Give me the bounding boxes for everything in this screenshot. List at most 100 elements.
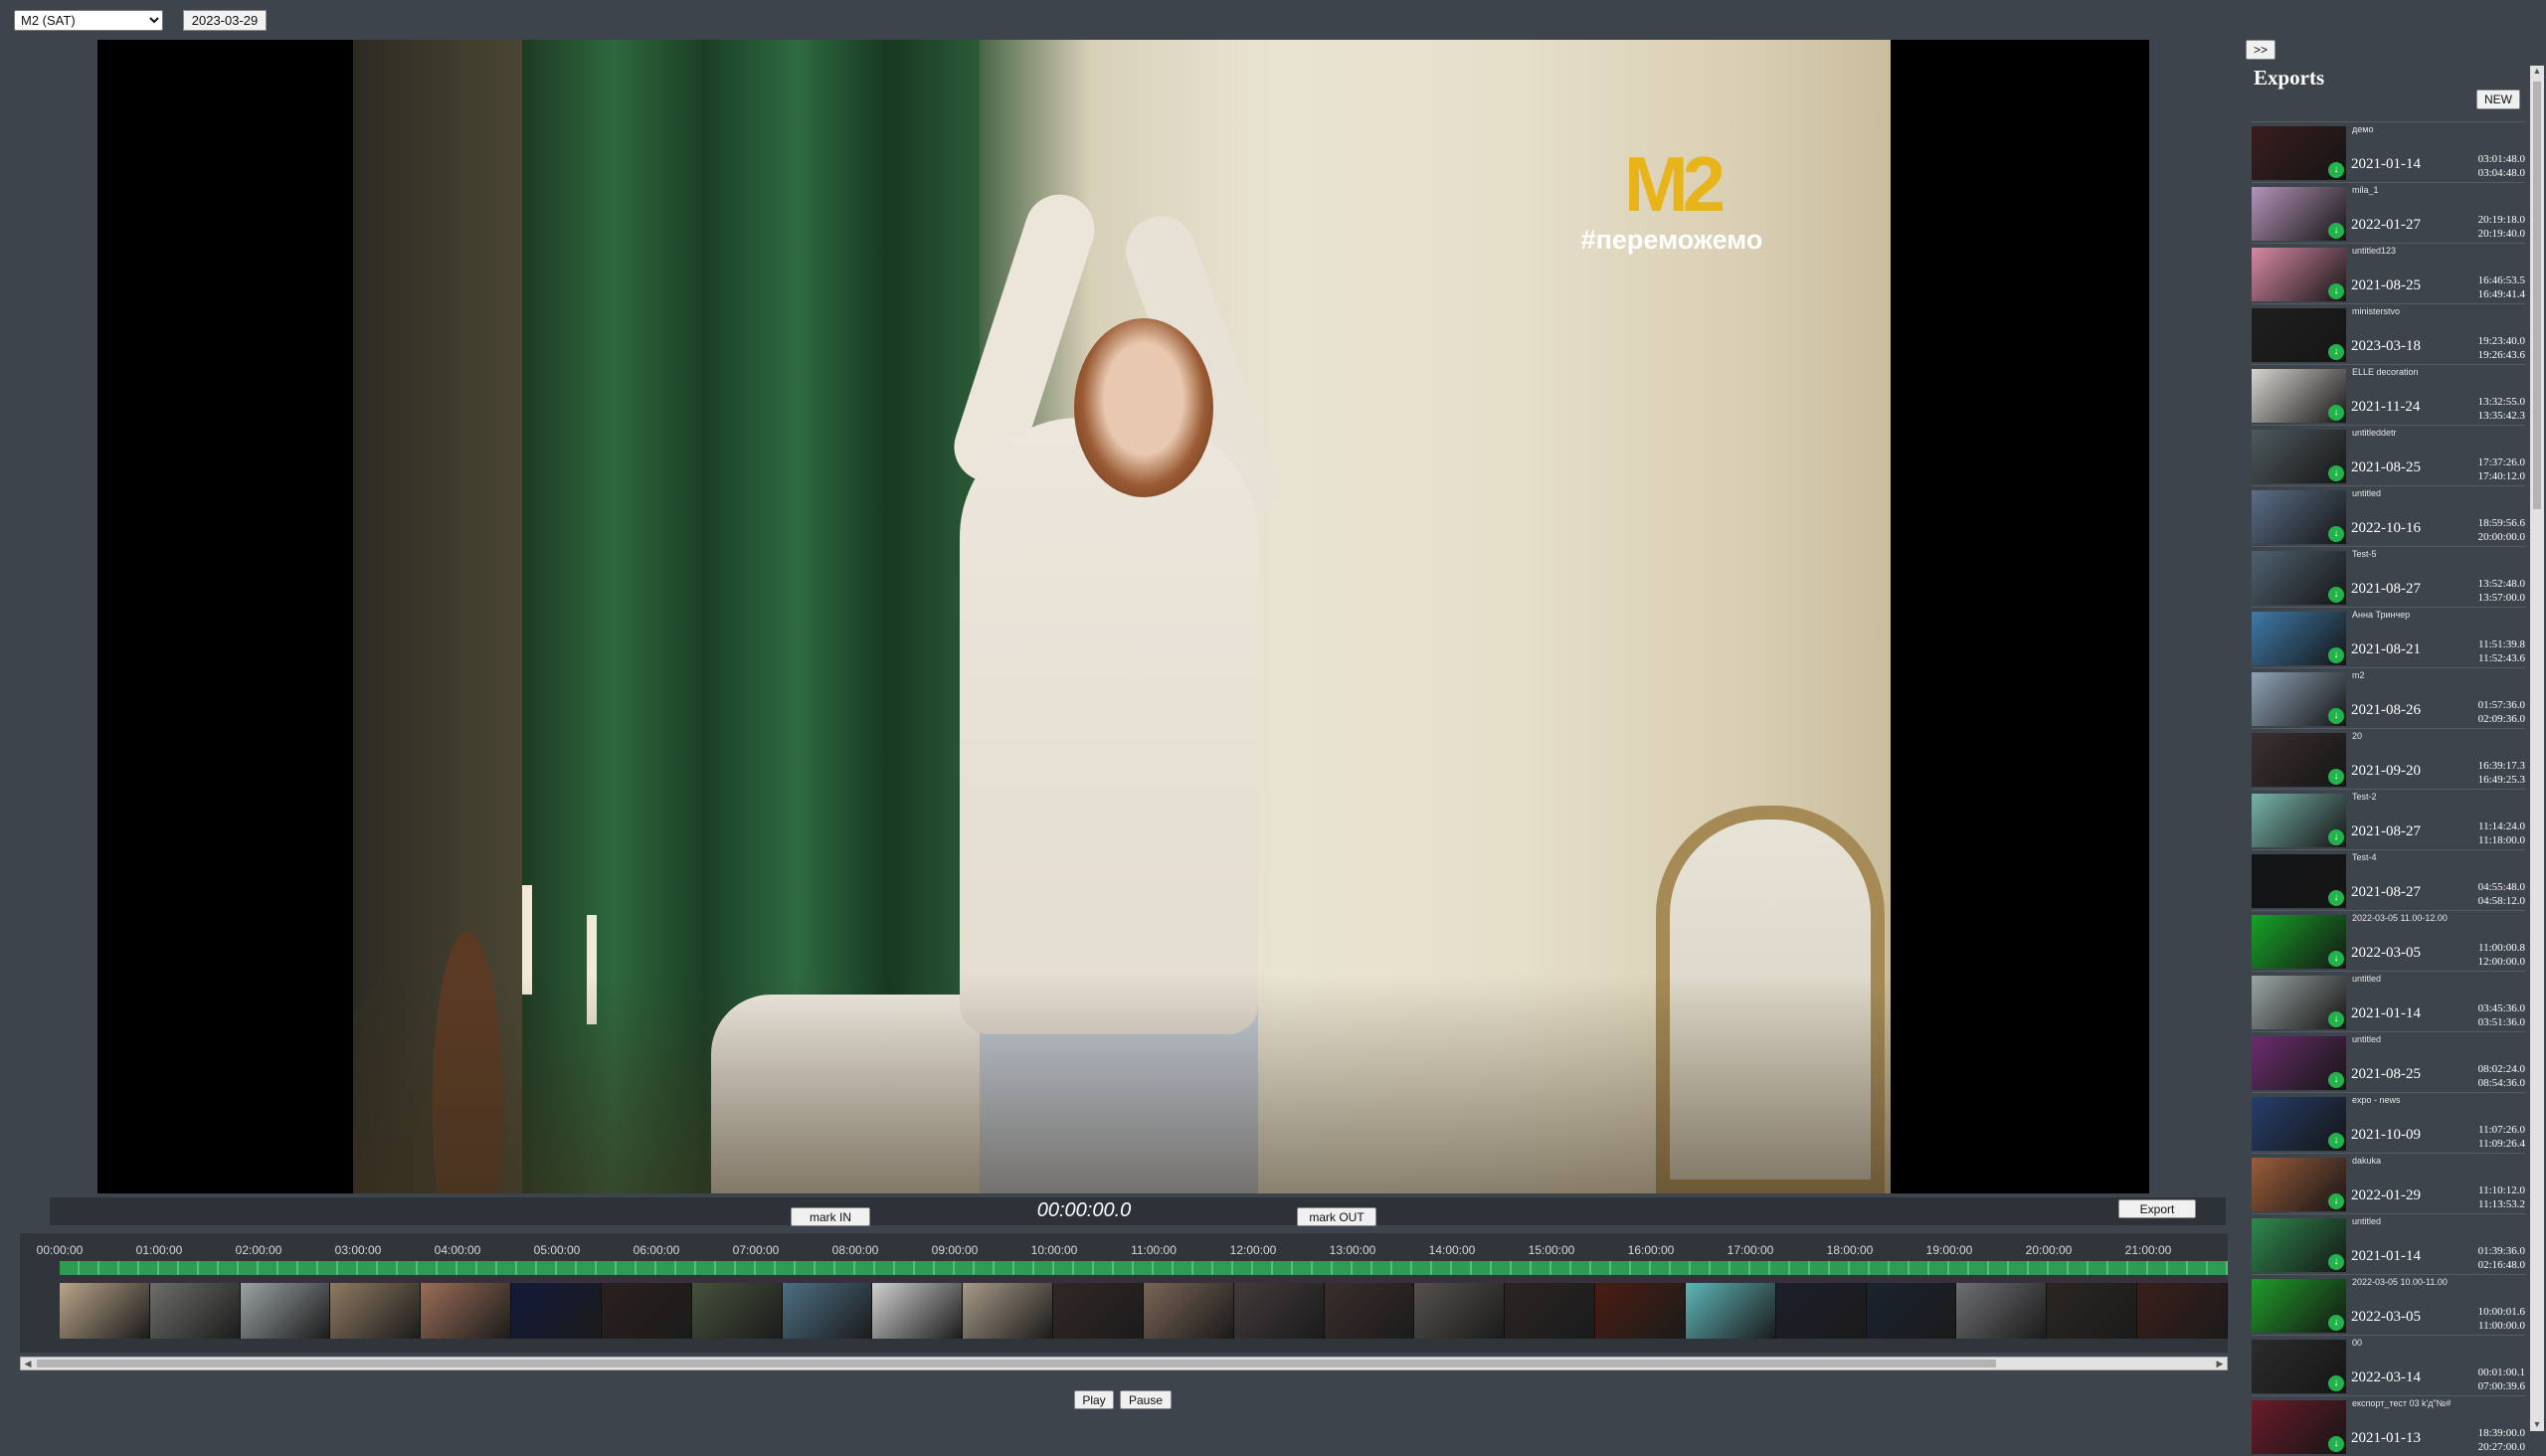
timeline-coverage-strip[interactable] [60,1261,2228,1275]
export-thumbnail[interactable]: ↓ [2252,1036,2346,1090]
date-field[interactable]: 2023-03-29 [183,10,267,31]
export-item[interactable]: ↓ expo - news 2021-10-09 11:07:26.0 11:09:26… [2252,1092,2525,1153]
download-icon[interactable]: ↓ [2328,526,2344,542]
timeline-thumbnail[interactable] [1505,1283,1596,1339]
download-icon[interactable]: ↓ [2328,1315,2344,1331]
export-thumbnail[interactable]: ↓ [2252,854,2346,908]
export-thumbnail[interactable]: ↓ [2252,490,2346,544]
timeline-thumbnail[interactable] [782,1283,873,1339]
video-player[interactable]: M2 #переможемо [97,40,2149,1193]
timeline-thumbnail[interactable] [601,1283,692,1339]
new-export-button[interactable]: NEW [2476,90,2520,109]
mark-out-button[interactable]: mark OUT [1297,1207,1376,1226]
export-thumbnail[interactable]: ↓ [2252,733,2346,787]
timeline-thumbnail[interactable] [1866,1283,1957,1339]
download-icon[interactable]: ↓ [2328,829,2344,845]
timeline-thumbnail[interactable] [1595,1283,1686,1339]
scroll-down-icon[interactable]: ▼ [2530,1419,2544,1431]
scrollbar-thumb[interactable] [2533,82,2541,509]
timeline-thumbnail[interactable] [240,1283,331,1339]
mark-in-button[interactable]: mark IN [791,1207,870,1226]
export-item[interactable]: ↓ untitled 2021-08-25 08:02:24.0 08:54:36.0 [2252,1031,2525,1092]
export-item[interactable]: ↓ 00 2022-03-14 00:01:00.1 07:00:39.6 [2252,1335,2525,1395]
export-item[interactable]: ↓ Test-5 2021-08-27 13:52:48.0 13:57:00.0 [2252,546,2525,607]
channel-select[interactable]: M2 (SAT) [14,10,163,31]
download-icon[interactable]: ↓ [2328,1375,2344,1391]
export-button[interactable]: Export [2118,1199,2196,1218]
download-icon[interactable]: ↓ [2328,1133,2344,1149]
export-item[interactable]: ↓ Анна Тринчер 2021-08-21 11:51:39.8 11:52:4… [2252,607,2525,667]
scrollbar-thumb[interactable] [37,1360,1996,1367]
export-item[interactable]: ↓ ELLE decoration 2021-11-24 13:32:55.0 13:3… [2252,364,2525,425]
export-item[interactable]: ↓ untitled 2021-01-14 01:39:36.0 02:16:48.0 [2252,1213,2525,1274]
download-icon[interactable]: ↓ [2328,1072,2344,1088]
export-thumbnail[interactable]: ↓ [2252,308,2346,362]
export-thumbnail[interactable]: ↓ [2252,976,2346,1029]
download-icon[interactable]: ↓ [2328,283,2344,299]
timeline-thumbnail[interactable] [2137,1283,2228,1339]
export-thumbnail[interactable]: ↓ [2252,612,2346,665]
export-item[interactable]: ↓ 2022-03-05 10.00-11.00 2022-03-05 10:00:0… [2252,1274,2525,1335]
export-item[interactable]: ↓ mila_1 2022-01-27 20:19:18.0 20:19:40.0 [2252,182,2525,243]
timeline-thumbnail[interactable] [149,1283,241,1339]
download-icon[interactable]: ↓ [2328,951,2344,967]
export-item[interactable]: ↓ ministerstvo 2023-03-18 19:23:40.0 19:26:4… [2252,303,2525,364]
export-item[interactable]: ↓ untitleddetr 2021-08-25 17:37:26.0 17:40:1… [2252,425,2525,485]
exports-scrollbar[interactable]: ▲ ▼ [2530,66,2544,1431]
download-icon[interactable]: ↓ [2328,405,2344,421]
export-item[interactable]: ↓ Test-2 2021-08-27 11:14:24.0 11:18:00.0 [2252,789,2525,849]
download-icon[interactable]: ↓ [2328,465,2344,481]
export-thumbnail[interactable]: ↓ [2252,126,2346,180]
export-item[interactable]: ↓ експорт_тест 03 k'д"№# 2021-01-13 18:39:0… [2252,1395,2525,1456]
download-icon[interactable]: ↓ [2328,1254,2344,1270]
timeline-thumbnail[interactable] [691,1283,783,1339]
timeline-thumbnail[interactable] [1685,1283,1776,1339]
export-thumbnail[interactable]: ↓ [2252,1218,2346,1272]
timeline-thumbnail[interactable] [2047,1283,2138,1339]
timeline-thumbnail[interactable] [421,1283,512,1339]
timeline-thumbnail[interactable] [1414,1283,1506,1339]
timeline[interactable]: 00:00:00 01:00:00 02:00:00 03:00:00 04:00:00… [20,1233,2228,1353]
scroll-left-icon[interactable]: ◀ [21,1358,35,1369]
download-icon[interactable]: ↓ [2328,223,2344,239]
timeline-thumbnail[interactable] [872,1283,964,1339]
export-thumbnail[interactable]: ↓ [2252,1340,2346,1393]
timeline-thumbnail[interactable] [1324,1283,1415,1339]
download-icon[interactable]: ↓ [2328,162,2344,178]
export-item[interactable]: ↓ untitled123 2021-08-25 16:46:53.5 16:49:41… [2252,243,2525,303]
export-item[interactable]: ↓ untitled 2022-10-16 18:59:56.6 20:00:00.0 [2252,485,2525,546]
download-icon[interactable]: ↓ [2328,1011,2344,1027]
export-thumbnail[interactable]: ↓ [2252,430,2346,483]
export-item[interactable]: ↓ Test-4 2021-08-27 04:55:48.0 04:58:12.0 [2252,849,2525,910]
export-item[interactable]: ↓ m2 2021-08-26 01:57:36.0 02:09:36.0 [2252,667,2525,728]
pause-button[interactable]: Pause [1120,1390,1172,1409]
export-item[interactable]: ↓ 20 2021-09-20 16:39:17.3 16:49:25.3 [2252,728,2525,789]
panel-toggle-button[interactable]: >> [2246,40,2275,60]
timeline-thumbnail[interactable] [1775,1283,1867,1339]
download-icon[interactable]: ↓ [2328,890,2344,906]
timeline-thumbnail[interactable] [330,1283,422,1339]
download-icon[interactable]: ↓ [2328,647,2344,663]
download-icon[interactable]: ↓ [2328,344,2344,360]
export-thumbnail[interactable]: ↓ [2252,794,2346,847]
export-thumbnail[interactable]: ↓ [2252,672,2346,726]
download-icon[interactable]: ↓ [2328,1436,2344,1452]
export-item[interactable]: ↓ dakuka 2022-01-29 11:10:12.0 11:13:53.2 [2252,1153,2525,1213]
timeline-thumbnail[interactable] [1053,1283,1144,1339]
timeline-thumbnail[interactable] [1956,1283,2048,1339]
download-icon[interactable]: ↓ [2328,769,2344,785]
download-icon[interactable]: ↓ [2328,587,2344,603]
download-icon[interactable]: ↓ [2328,1193,2344,1209]
export-thumbnail[interactable]: ↓ [2252,1097,2346,1151]
scroll-up-icon[interactable]: ▲ [2530,66,2544,78]
export-thumbnail[interactable]: ↓ [2252,1158,2346,1211]
export-item[interactable]: ↓ untitled 2021-01-14 03:45:36.0 03:51:36.0 [2252,971,2525,1031]
timeline-scrollbar[interactable]: ◀ ▶ [20,1357,2228,1370]
timeline-thumbnail[interactable] [963,1283,1054,1339]
timeline-thumbnails[interactable] [60,1283,2228,1339]
export-thumbnail[interactable]: ↓ [2252,551,2346,605]
timeline-thumbnail[interactable] [1143,1283,1234,1339]
download-icon[interactable]: ↓ [2328,708,2344,724]
timeline-thumbnail[interactable] [511,1283,602,1339]
export-item[interactable]: ↓ демо 2021-01-14 03:01:48.0 03:04:48.0 [2252,121,2525,182]
